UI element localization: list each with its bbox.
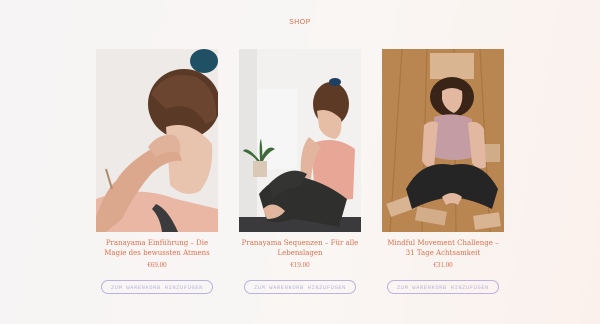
product-card: Pranayama Einführung – Die Magie des bew…: [96, 49, 218, 294]
product-photo-1: [96, 49, 218, 232]
add-to-cart-button[interactable]: ZUM WARENKORB HINZUFÜGEN: [244, 280, 356, 294]
product-grid: Pranayama Einführung – Die Magie des bew…: [96, 49, 506, 299]
section-title: SHOP: [289, 19, 311, 26]
product-card: Mindful Movement Challenge – 31 Tage Ach…: [382, 49, 504, 294]
product-title[interactable]: Pranayama Einführung – Die Magie des bew…: [96, 239, 218, 259]
product-price: €19.00: [290, 261, 310, 269]
product-image[interactable]: [96, 49, 218, 232]
product-price: €31.00: [433, 261, 453, 269]
product-photo-3: [382, 49, 504, 232]
product-title[interactable]: Pranayama Sequenzen – Für alle Lebenslag…: [239, 239, 361, 259]
add-to-cart-button[interactable]: ZUM WARENKORB HINZUFÜGEN: [101, 280, 213, 294]
product-photo-2: [239, 49, 361, 232]
product-price: €69.00: [147, 261, 167, 269]
product-image[interactable]: [382, 49, 504, 232]
add-to-cart-button[interactable]: ZUM WARENKORB HINZUFÜGEN: [387, 280, 499, 294]
product-card: Pranayama Sequenzen – Für alle Lebenslag…: [239, 49, 361, 294]
product-title[interactable]: Mindful Movement Challenge – 31 Tage Ach…: [382, 239, 504, 259]
product-image[interactable]: [239, 49, 361, 232]
